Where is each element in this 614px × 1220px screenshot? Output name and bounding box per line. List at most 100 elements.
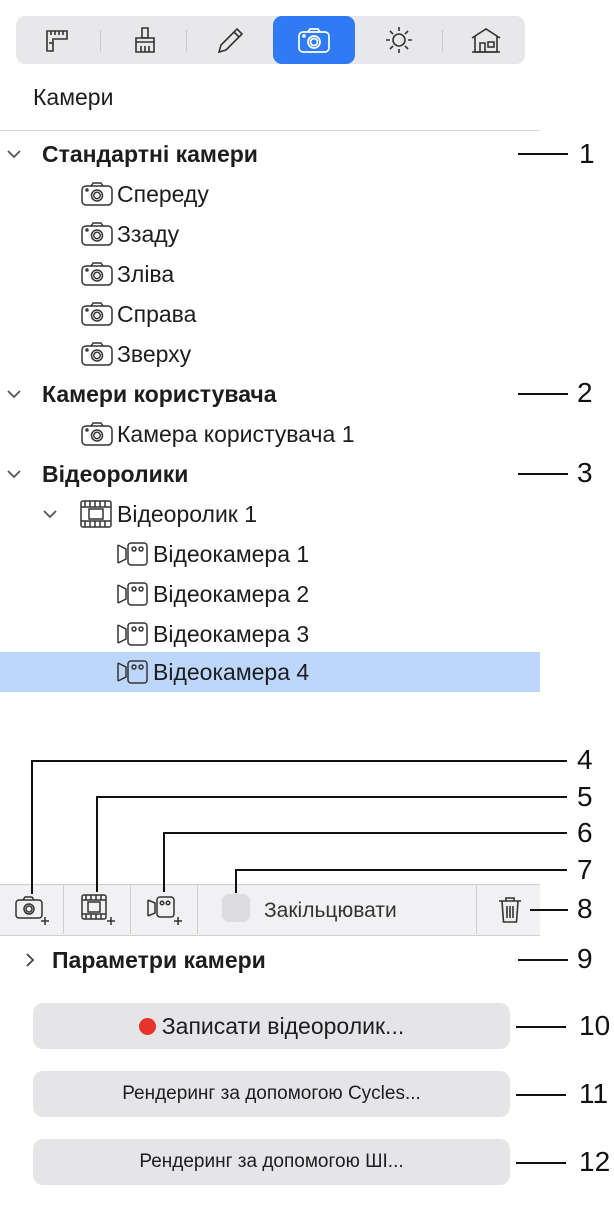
camera-parameters-label: Параметри камери: [52, 947, 266, 973]
callout-number: 9: [577, 943, 593, 974]
add-video-camera-icon: [147, 896, 182, 925]
divider: [100, 30, 101, 52]
house-icon: [471, 28, 501, 53]
tree-item-video-clip[interactable]: Відеоролик 1: [0, 494, 540, 534]
divider: [63, 884, 64, 934]
tree-item-label: Відеокамера 3: [153, 621, 310, 647]
record-video-button[interactable]: Записати відеоролик...: [33, 1003, 510, 1049]
camera-icon: [81, 302, 113, 326]
loop-checkbox[interactable]: [222, 894, 250, 922]
tree-item-camera-left[interactable]: Зліва: [0, 254, 540, 294]
callout-line: [163, 832, 165, 892]
tree-item-label: Відеокамера 4: [153, 659, 310, 685]
callout-line: [31, 760, 567, 762]
add-camera-icon: [15, 896, 49, 925]
record-dot-icon: [138, 1017, 156, 1035]
callout-line: [518, 153, 568, 155]
callout-number: 7: [577, 854, 593, 885]
camera-parameters-disclosure[interactable]: Параметри камери: [0, 940, 540, 980]
tree-group-videos[interactable]: Відеоролики: [0, 454, 540, 494]
tree-item-video-camera-1[interactable]: Відеокамера 1: [0, 534, 540, 574]
callout-number: 8: [577, 893, 593, 924]
trash-icon: [499, 897, 521, 923]
brush-icon: [135, 27, 155, 53]
callout-number: 3: [577, 457, 593, 488]
add-clip-button[interactable]: [73, 888, 123, 930]
tree-item-label: Спереду: [117, 181, 209, 207]
tree-item-video-camera-3[interactable]: Відеокамера 3: [0, 614, 540, 654]
divider: [442, 30, 443, 52]
tree-item-video-camera-2[interactable]: Відеокамера 2: [0, 574, 540, 614]
camera-icon: [81, 422, 113, 446]
callout-number: 2: [577, 377, 593, 408]
video-camera-icon: [117, 582, 148, 606]
camera-icon: [81, 182, 113, 206]
tree-item-camera-top[interactable]: Зверху: [0, 334, 540, 374]
divider: [476, 884, 477, 934]
tab-edit[interactable]: [190, 16, 272, 64]
tab-lighting[interactable]: [358, 16, 440, 64]
tree-item-label: Справа: [117, 301, 197, 327]
callout-line: [518, 473, 568, 475]
callout-line: [31, 760, 33, 894]
tree-item-camera-right[interactable]: Справа: [0, 294, 540, 334]
separator: [0, 130, 540, 131]
film-clip-icon: [80, 500, 112, 528]
tab-environment[interactable]: [445, 16, 527, 64]
tree-item-camera-back[interactable]: Ззаду: [0, 214, 540, 254]
tree-item-label: Відеоролик 1: [117, 501, 258, 527]
callout-line: [516, 1094, 566, 1096]
tree-item-user-camera[interactable]: Камера користувача 1: [0, 414, 540, 454]
callout-line: [96, 796, 98, 892]
callout-number: 6: [577, 817, 593, 848]
callout-line: [163, 832, 567, 834]
render-ai-label: Рендеринг за допомогою ШІ...: [139, 1151, 404, 1172]
add-video-camera-button[interactable]: [140, 888, 190, 930]
tab-cameras[interactable]: [273, 16, 355, 64]
callout-number: 1: [579, 138, 595, 169]
callout-number: 11: [579, 1078, 609, 1109]
add-camera-button[interactable]: [8, 888, 58, 930]
tab-materials[interactable]: [104, 16, 186, 64]
render-ai-button[interactable]: Рендеринг за допомогою ШІ...: [33, 1139, 510, 1185]
chevron-down-icon[interactable]: [6, 468, 22, 480]
camera-icon: [81, 222, 113, 246]
callout-line: [235, 869, 567, 871]
tree-item-label: Відеокамера 1: [153, 541, 310, 567]
render-cycles-button[interactable]: Рендеринг за допомогою Cycles...: [33, 1071, 510, 1117]
tab-measure[interactable]: [18, 16, 100, 64]
callout-line: [516, 1026, 566, 1028]
tree-group-label: Відеоролики: [42, 461, 189, 487]
delete-button[interactable]: [490, 890, 530, 930]
callout-number: 10: [579, 1010, 611, 1041]
divider: [130, 884, 131, 934]
camera-icon: [81, 262, 113, 286]
tree-group-user-cameras[interactable]: Камери користувача: [0, 374, 540, 414]
tree-group-standard-cameras[interactable]: Стандартні камери: [0, 134, 540, 174]
callout-line: [516, 1162, 566, 1164]
callout-line: [518, 393, 568, 395]
callout-number: 4: [577, 744, 593, 775]
divider: [186, 30, 187, 52]
callout-line: [518, 959, 568, 961]
sun-icon: [386, 27, 412, 53]
chevron-down-icon[interactable]: [42, 508, 58, 520]
record-video-label: Записати відеоролик...: [161, 1012, 405, 1039]
add-clip-icon: [81, 894, 115, 925]
tree-item-label: Зліва: [117, 261, 175, 287]
chevron-down-icon[interactable]: [6, 388, 22, 400]
chevron-down-icon[interactable]: [6, 148, 22, 160]
tree-item-label: Ззаду: [117, 221, 180, 247]
video-camera-icon: [117, 660, 148, 684]
tree-item-camera-front[interactable]: Спереду: [0, 174, 540, 214]
chevron-right-icon[interactable]: [24, 952, 36, 968]
loop-label[interactable]: Закільцювати: [264, 897, 397, 925]
tree-item-label: Зверху: [117, 341, 192, 367]
tree-item-label: Відеокамера 2: [153, 581, 310, 607]
tree-group-label: Камери користувача: [42, 381, 277, 407]
callout-line: [235, 869, 237, 893]
divider: [197, 884, 198, 934]
camera-icon: [81, 342, 113, 366]
callout-number: 5: [577, 781, 593, 812]
tree-item-video-camera-4-selected[interactable]: Відеокамера 4: [0, 652, 540, 692]
